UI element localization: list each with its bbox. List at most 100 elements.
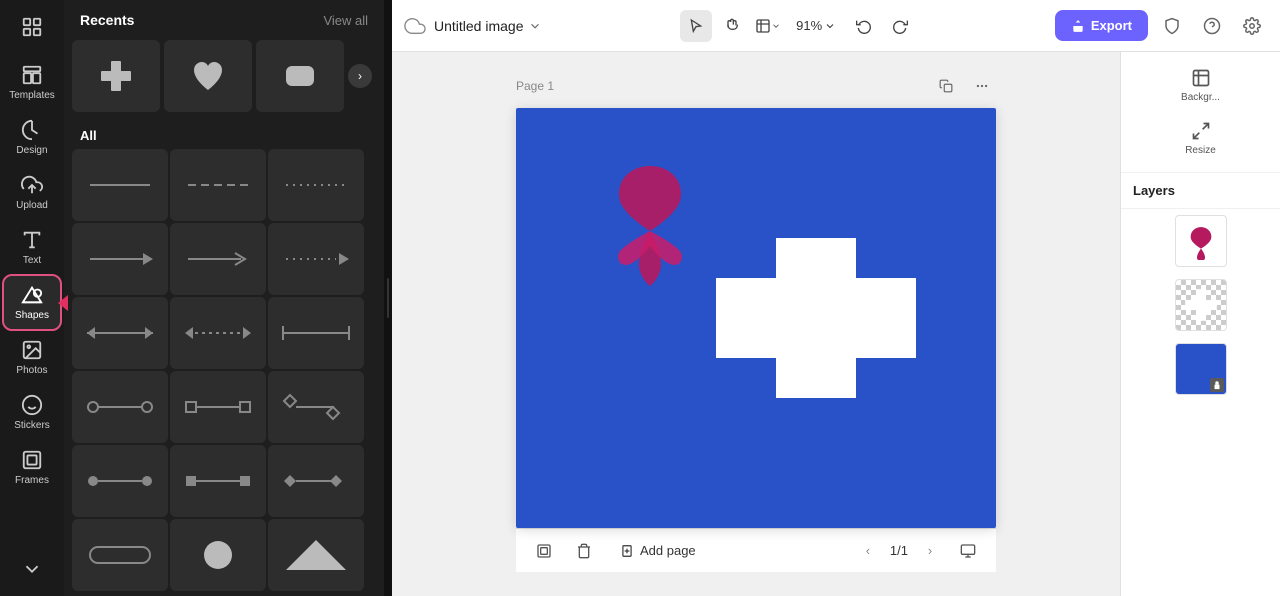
panel-header: Recents View all: [64, 0, 384, 40]
canvas-frame: [516, 108, 996, 528]
settings-button[interactable]: [1236, 10, 1268, 42]
sidebar-item-photos[interactable]: Photos: [4, 331, 60, 384]
topbar: Untitled image: [392, 0, 1280, 52]
right-side-panel: Backgr... Resize Layers: [1120, 52, 1280, 596]
add-page-button[interactable]: Add page: [608, 537, 708, 564]
page-label: Page 1: [516, 79, 554, 93]
help-button[interactable]: [1196, 10, 1228, 42]
shield-icon-button[interactable]: [1156, 10, 1188, 42]
delete-page-button[interactable]: [568, 535, 600, 567]
layer-item-ribbon[interactable]: [1175, 215, 1227, 267]
chevron-down-icon: [21, 558, 43, 580]
page-thumbnail-button[interactable]: [528, 535, 560, 567]
page-copy-button[interactable]: [932, 72, 960, 100]
recent-thumb-cross[interactable]: [72, 40, 160, 112]
zoom-control[interactable]: 91%: [788, 14, 844, 37]
panel-title: Recents: [80, 12, 134, 28]
shape-arrow-right-plain[interactable]: [72, 223, 168, 295]
shape-measure-arrow[interactable]: [268, 297, 364, 369]
resize-icon: [1191, 121, 1211, 141]
topbar-tools: 91%: [680, 10, 916, 42]
collapse-button[interactable]: [4, 550, 60, 588]
shape-partial-3[interactable]: [268, 519, 364, 591]
view-options-button[interactable]: [752, 10, 784, 42]
sidebar-item-frames[interactable]: Frames: [4, 441, 60, 494]
page-options: [932, 72, 996, 100]
page-more-button[interactable]: [968, 72, 996, 100]
text-icon: [21, 229, 43, 251]
more-dots-icon: [975, 79, 989, 93]
shape-filled-circle-ends[interactable]: [72, 445, 168, 517]
sidebar-item-shapes[interactable]: Shapes: [4, 276, 60, 329]
layers-panel-header: Layers: [1121, 173, 1280, 209]
background-icon: [1191, 68, 1211, 88]
sidebar-item-stickers[interactable]: Stickers: [4, 386, 60, 439]
sidebar-item-text[interactable]: Text: [4, 221, 60, 274]
next-page-button[interactable]: ›: [916, 537, 944, 565]
layer-item-cross[interactable]: [1175, 279, 1227, 331]
design-icon: [21, 119, 43, 141]
shape-circle-ends-line[interactable]: [72, 371, 168, 443]
shape-arrow-right-open[interactable]: [170, 223, 266, 295]
shapes-panel: Recents View all › All: [64, 0, 384, 596]
recent-thumb-rounded-rect[interactable]: [256, 40, 344, 112]
view-all-link[interactable]: View all: [323, 13, 368, 28]
shapes-grid: [64, 149, 384, 596]
shape-solid-line[interactable]: [72, 149, 168, 221]
frames-icon: [21, 449, 43, 471]
redo-button[interactable]: [884, 10, 916, 42]
shape-double-arrow-dotted[interactable]: [170, 297, 266, 369]
shape-arrow-right-dotted[interactable]: [268, 223, 364, 295]
resize-tool-button[interactable]: Resize: [1173, 113, 1229, 164]
shapes-row-5: [72, 445, 376, 517]
panel-resize-handle[interactable]: [384, 0, 392, 596]
shape-dotted-line[interactable]: [268, 149, 364, 221]
sidebar-item-upload[interactable]: Upload: [4, 166, 60, 219]
page-label-row: Page 1: [516, 72, 996, 100]
select-tool-button[interactable]: [680, 10, 712, 42]
help-icon: [1203, 17, 1221, 35]
shape-filled-diamond-ends[interactable]: [268, 445, 364, 517]
page-navigation: ‹ 1/1 ›: [854, 537, 944, 565]
shield-icon: [1163, 17, 1181, 35]
bottom-bar: Add page ‹ 1/1 ›: [516, 528, 996, 572]
shape-double-arrow[interactable]: [72, 297, 168, 369]
present-button[interactable]: [952, 535, 984, 567]
logo-button[interactable]: [4, 8, 60, 46]
shape-filled-square-ends[interactable]: [170, 445, 266, 517]
shape-diamond-ends-line[interactable]: [268, 371, 364, 443]
redo-icon: [892, 18, 908, 34]
main-area: Untitled image: [392, 0, 1280, 596]
canva-logo-icon: [21, 16, 43, 38]
add-page-icon: [620, 544, 634, 558]
chevron-down-icon: [771, 21, 781, 31]
document-title[interactable]: Untitled image: [434, 18, 542, 34]
photos-icon: [21, 339, 43, 361]
lock-icon: [1212, 380, 1222, 390]
hand-icon: [724, 18, 740, 34]
export-button[interactable]: Export: [1055, 10, 1148, 41]
background-tool-button[interactable]: Backgr...: [1173, 60, 1229, 111]
shape-dashed-line[interactable]: [170, 149, 266, 221]
upload-icon: [21, 174, 43, 196]
shapes-row-2: [72, 223, 376, 295]
sidebar-item-design[interactable]: Design: [4, 111, 60, 164]
recents-next-button[interactable]: ›: [348, 64, 372, 88]
layer-item-background[interactable]: [1175, 343, 1227, 395]
share-icon: [1071, 19, 1085, 33]
zoom-chevron-icon: [824, 20, 836, 32]
cloud-save-indicator: [404, 15, 426, 37]
recent-thumb-heart[interactable]: [164, 40, 252, 112]
undo-button[interactable]: [848, 10, 880, 42]
shape-partial-1[interactable]: [72, 519, 168, 591]
stickers-icon: [21, 394, 43, 416]
layers-panel: Layers: [1121, 173, 1280, 596]
shape-square-ends-line[interactable]: [170, 371, 266, 443]
title-dropdown-icon: [528, 19, 542, 33]
shape-partial-2[interactable]: [170, 519, 266, 591]
prev-page-button[interactable]: ‹: [854, 537, 882, 565]
sidebar-item-templates[interactable]: Templates: [4, 56, 60, 109]
hand-tool-button[interactable]: [716, 10, 748, 42]
cursor-icon: [688, 18, 704, 34]
present-icon: [960, 543, 976, 559]
